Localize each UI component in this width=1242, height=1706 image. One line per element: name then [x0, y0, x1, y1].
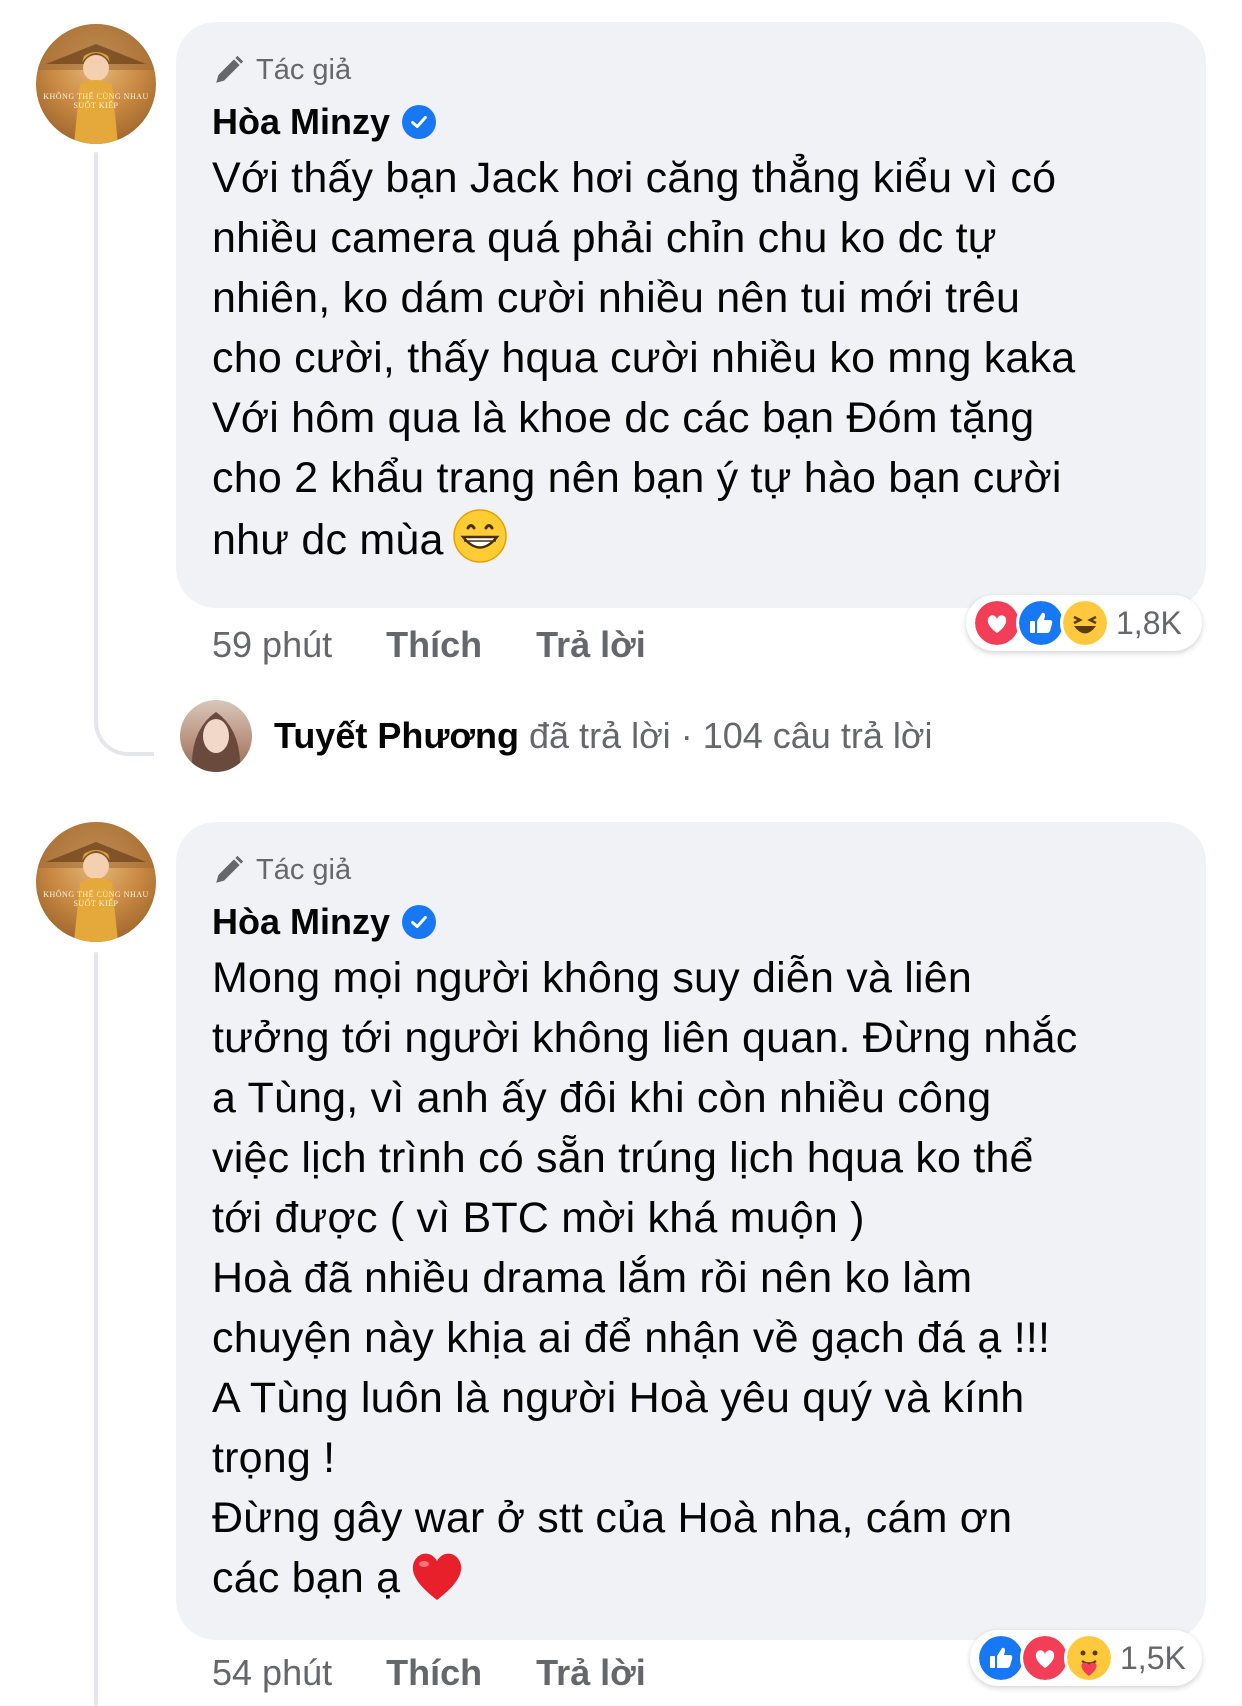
comment-timestamp[interactable]: 54 phút — [212, 1652, 332, 1694]
comment-text-content: Với thấy bạn Jack hơi căng thẳng kiểu vì… — [212, 154, 1076, 564]
thread-connector-curve — [94, 690, 154, 756]
love-reaction-icon — [972, 598, 1022, 648]
comment-text: Với thấy bạn Jack hơi căng thẳng kiểu vì… — [212, 148, 1170, 580]
reaction-summary[interactable]: 1,8K — [966, 595, 1202, 651]
replier-name[interactable]: Tuyết Phương — [274, 715, 519, 756]
author-avatar[interactable]: KHÔNG THỂ CÙNG NHAU SUỐT KIẾP — [36, 822, 156, 942]
reply-button[interactable]: Trả lời — [536, 624, 646, 666]
poster-illustration — [36, 822, 156, 942]
like-button[interactable]: Thích — [386, 624, 482, 666]
comment-bubble[interactable]: Tác giả Hòa Minzy Mong mọi người không s… — [176, 822, 1206, 1640]
author-badge-label: Tác giả — [256, 853, 352, 886]
reaction-summary[interactable]: 1,5K — [970, 1630, 1202, 1686]
grinning-face-emoji-icon — [452, 508, 508, 580]
author-name-text[interactable]: Hòa Minzy — [212, 101, 390, 143]
author-badge-label: Tác giả — [256, 53, 352, 86]
comment-timestamp[interactable]: 59 phút — [212, 624, 332, 666]
red-heart-emoji-icon — [408, 1548, 466, 1618]
author-badge: Tác giả — [212, 50, 1170, 90]
reply-action-text: đã trả lời — [529, 715, 671, 756]
comment-text: Mong mọi người không suy diễn và liên tư… — [212, 948, 1170, 1618]
pen-icon — [216, 55, 244, 83]
reaction-count: 1,8K — [1116, 604, 1182, 641]
love-reaction-icon — [1020, 1633, 1070, 1683]
poster-title-text: KHÔNG THỂ CÙNG NHAU SUỐT KIẾP — [43, 890, 149, 908]
thread-line-2 — [94, 952, 98, 1706]
like-reaction-icon — [1016, 598, 1066, 648]
view-replies-link[interactable]: Tuyết Phương đã trả lời · 104 câu trả lờ… — [180, 700, 932, 772]
author-avatar[interactable]: KHÔNG THỂ CÙNG NHAU SUỐT KIẾP — [36, 24, 156, 144]
haha-reaction-icon — [1060, 598, 1110, 648]
thread-line-1 — [94, 152, 98, 697]
author-name-text[interactable]: Hòa Minzy — [212, 901, 390, 943]
poster-title-text: KHÔNG THỂ CÙNG NHAU SUỐT KIẾP — [43, 92, 149, 110]
like-reaction-icon — [976, 1633, 1026, 1683]
author-name[interactable]: Hòa Minzy — [212, 98, 1170, 146]
reaction-count: 1,5K — [1120, 1639, 1186, 1676]
verified-badge-icon — [402, 905, 437, 939]
care-reaction-icon — [1064, 1633, 1114, 1683]
pen-icon — [216, 855, 244, 883]
like-button[interactable]: Thích — [386, 1652, 482, 1694]
poster-illustration — [36, 24, 156, 144]
author-badge: Tác giả — [212, 850, 1170, 890]
verified-badge-icon — [402, 105, 437, 139]
reply-button[interactable]: Trả lời — [536, 1652, 646, 1694]
author-name[interactable]: Hòa Minzy — [212, 898, 1170, 946]
comment-actions: 59 phút Thích Trả lời — [212, 624, 646, 666]
comment-actions: 54 phút Thích Trả lời — [212, 1652, 646, 1694]
comment-text-content: Mong mọi người không suy diễn và liên tư… — [212, 954, 1078, 1602]
comment-bubble[interactable]: Tác giả Hòa Minzy Với thấy bạn Jack hơi … — [176, 22, 1206, 608]
replier-avatar — [180, 700, 252, 772]
reply-count[interactable]: 104 câu trả lời — [703, 715, 933, 756]
separator-dot: · — [680, 715, 693, 756]
